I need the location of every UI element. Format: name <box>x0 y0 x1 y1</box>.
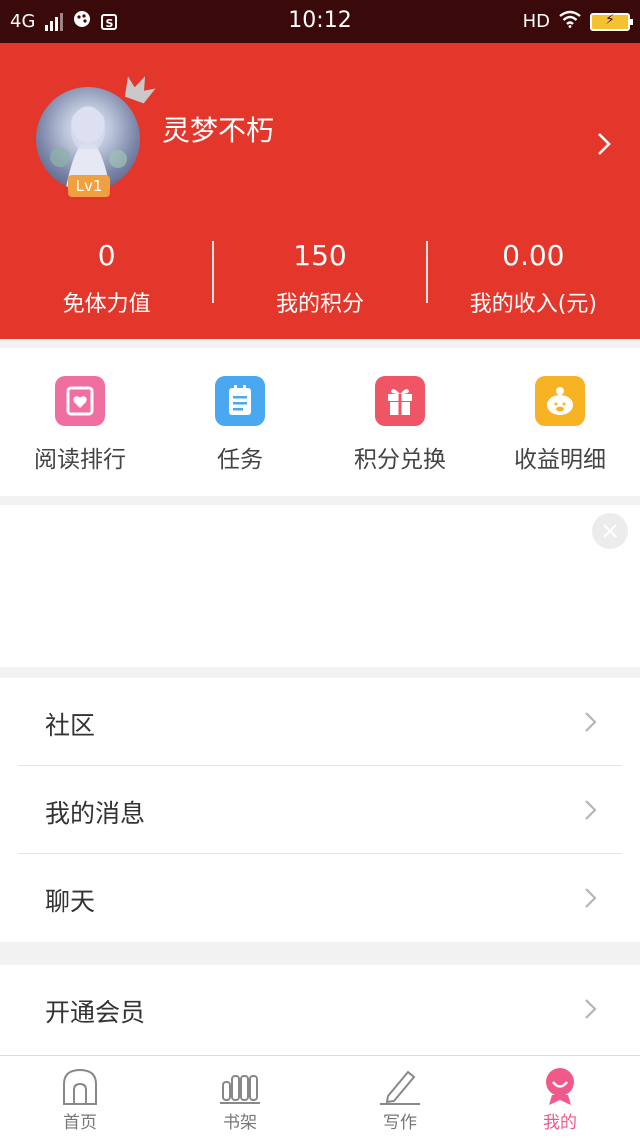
tab-write[interactable]: 写作 <box>320 1056 480 1139</box>
close-button[interactable] <box>592 513 628 549</box>
quick-action-label: 积分兑换 <box>354 447 446 473</box>
menu-item-vip[interactable]: 开通会员 <box>0 965 640 1053</box>
stat-income[interactable]: 0.00 我的收入(元) <box>427 223 640 323</box>
profile-icon <box>546 1068 574 1105</box>
stat-value: 150 <box>293 239 347 272</box>
quick-action-label: 任务 <box>217 447 263 473</box>
reading-rank-icon <box>55 376 105 426</box>
tab-label: 我的 <box>543 1113 577 1133</box>
pen-icon <box>380 1070 420 1105</box>
stat-value: 0.00 <box>502 239 565 272</box>
menu-item-label: 我的消息 <box>45 799 146 828</box>
menu-list-secondary: 开通会员 <box>0 965 640 1055</box>
stats-row: 0 免体力值 150 我的积分 0.00 我的收入(元) <box>0 223 640 323</box>
quick-actions: 阅读排行 任务 积分兑换 收益明细 <box>0 348 640 496</box>
status-bar: 4G S 10:12 HD ⚡ <box>0 0 640 43</box>
hd-label: HD <box>522 11 550 32</box>
menu-item-label: 社区 <box>45 711 96 740</box>
divider <box>212 241 215 303</box>
quick-action-income-detail[interactable]: 收益明细 <box>480 348 640 496</box>
level-badge: Lv1 <box>68 175 110 197</box>
avatar[interactable]: Lv1 <box>36 76 156 197</box>
quick-action-reading-rank[interactable]: 阅读排行 <box>0 348 160 496</box>
stat-value: 0 <box>97 239 116 272</box>
tab-bookshelf[interactable]: 书架 <box>160 1056 320 1139</box>
crown-icon <box>124 76 156 104</box>
chevron-right-icon <box>585 712 597 732</box>
chevron-right-icon <box>585 800 597 820</box>
stat-label: 我的收入(元) <box>469 292 597 317</box>
stat-points[interactable]: 150 我的积分 <box>212 223 428 323</box>
tab-label: 首页 <box>63 1113 97 1133</box>
chevron-right-icon[interactable] <box>596 131 612 157</box>
tab-label: 书架 <box>223 1113 257 1133</box>
stat-stamina[interactable]: 0 免体力值 <box>0 223 213 323</box>
stat-label: 免体力值 <box>62 292 151 317</box>
quick-action-label: 阅读排行 <box>34 447 126 473</box>
profile-header[interactable]: Lv1 灵梦不朽 0 免体力值 150 我的积分 0.00 我的收入(元) <box>0 43 640 339</box>
close-icon <box>603 524 617 538</box>
menu-item-messages[interactable]: 我的消息 <box>0 766 640 854</box>
menu-item-community[interactable]: 社区 <box>0 678 640 766</box>
bottom-tab-bar: 首页 书架 写作 我的 <box>0 1055 640 1139</box>
stat-label: 我的积分 <box>275 292 364 317</box>
menu-item-chat[interactable]: 聊天 <box>0 854 640 942</box>
nickname: 灵梦不朽 <box>162 114 275 147</box>
menu-item-label: 聊天 <box>45 887 96 916</box>
piggy-bank-icon <box>535 376 585 426</box>
tab-mine[interactable]: 我的 <box>480 1056 640 1139</box>
chevron-right-icon <box>585 999 597 1019</box>
quick-action-label: 收益明细 <box>514 447 606 473</box>
quick-action-task[interactable]: 任务 <box>160 348 320 496</box>
menu-list: 社区 我的消息 聊天 <box>0 678 640 942</box>
task-icon <box>215 376 265 426</box>
chevron-right-icon <box>585 888 597 908</box>
quick-action-points-exchange[interactable]: 积分兑换 <box>320 348 480 496</box>
wifi-icon <box>558 10 582 33</box>
ad-banner[interactable] <box>0 505 640 667</box>
gift-icon <box>375 376 425 426</box>
tab-home[interactable]: 首页 <box>0 1056 160 1139</box>
menu-item-label: 开通会员 <box>45 998 146 1027</box>
home-icon <box>63 1068 97 1105</box>
bookshelf-icon <box>220 1075 260 1104</box>
tab-label: 写作 <box>383 1113 417 1133</box>
battery-icon: ⚡ <box>590 12 633 31</box>
